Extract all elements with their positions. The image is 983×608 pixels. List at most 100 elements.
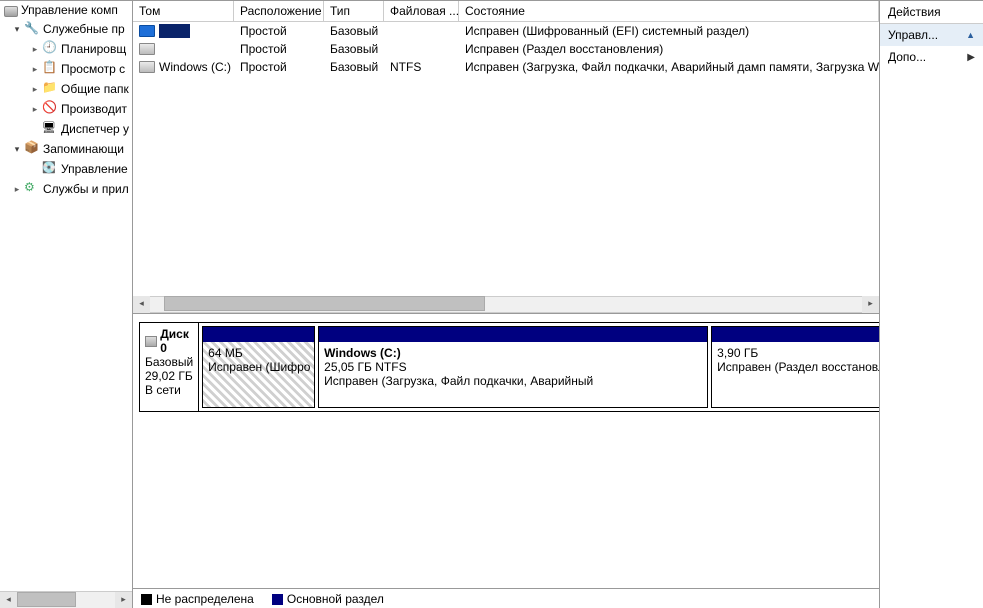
tree-label: Запоминающи: [43, 142, 124, 156]
expand-arrow-icon[interactable]: [30, 64, 40, 74]
tree-item-storage[interactable]: Запоминающи: [0, 139, 132, 159]
volume-icon: [139, 43, 155, 55]
legend-primary: Основной раздел: [272, 592, 384, 606]
tree-item-task-scheduler[interactable]: Планировщ: [0, 39, 132, 59]
volume-list: ПростойБазовыйИсправен (Шифрованный (EFI…: [133, 22, 879, 296]
disk-partitions: 64 МБИсправен (ШифроWindows (C:)25,05 ГБ…: [199, 322, 879, 412]
disk-type: Базовый: [145, 355, 193, 369]
volume-icon: [139, 61, 155, 73]
partition-box[interactable]: 64 МБИсправен (Шифро: [202, 326, 315, 408]
partition-header-bar: [319, 327, 707, 342]
column-header-type[interactable]: Тип: [324, 1, 384, 21]
chevron-up-icon: ▲: [966, 30, 975, 40]
volume-list-header: Том Расположение Тип Файловая ... Состоя…: [133, 1, 879, 22]
tree-item-shared-folders[interactable]: Общие папк: [0, 79, 132, 99]
volume-name-cell: [133, 24, 234, 38]
scroll-right-button[interactable]: ▸: [115, 592, 132, 608]
legend-unallocated: Не распределена: [141, 592, 254, 606]
column-header-volume[interactable]: Том: [133, 1, 234, 21]
volume-name-cell: Windows (C:): [133, 60, 234, 74]
scroll-left-button[interactable]: ◂: [133, 296, 150, 313]
volume-horizontal-scrollbar[interactable]: ◂ ▸: [133, 296, 879, 313]
main-content-panel: Том Расположение Тип Файловая ... Состоя…: [133, 0, 879, 608]
partition-size: 64 МБ: [208, 346, 309, 360]
computer-icon: [4, 6, 18, 17]
expand-arrow-icon[interactable]: [30, 44, 40, 54]
volume-status-cell: Исправен (Шифрованный (EFI) системный ра…: [459, 24, 879, 38]
actions-item-manage[interactable]: Управл... ▲: [880, 24, 983, 46]
volume-row[interactable]: ПростойБазовыйИсправен (Раздел восстанов…: [133, 40, 879, 58]
navigation-tree-panel: Управление комп Служебные пр Планировщ П…: [0, 0, 133, 608]
expand-arrow-icon[interactable]: [30, 84, 40, 94]
volume-row[interactable]: ПростойБазовыйИсправен (Шифрованный (EFI…: [133, 22, 879, 40]
tree-item-system-tools[interactable]: Служебные пр: [0, 19, 132, 39]
tree-label: Производит: [61, 102, 127, 116]
tree-label: Управление: [61, 162, 128, 176]
legend-unallocated-label: Не распределена: [156, 592, 254, 606]
partition-body: 3,90 ГБИсправен (Раздел восстановления): [712, 342, 879, 407]
partition-body: 64 МБИсправен (Шифро: [203, 342, 314, 407]
disk-size: 29,02 ГБ: [145, 369, 193, 383]
tree-root-computer-management[interactable]: Управление комп: [0, 1, 132, 19]
device-icon: [42, 121, 58, 137]
actions-item-more[interactable]: Допо... ▶: [880, 46, 983, 68]
expand-arrow-icon[interactable]: [30, 104, 40, 114]
volume-name-text: Windows (C:): [159, 60, 231, 74]
scroll-thumb[interactable]: [17, 592, 76, 607]
tree-item-performance[interactable]: Производит: [0, 99, 132, 119]
disk-row: Диск 0 Базовый 29,02 ГБ В сети 64 МБИспр…: [139, 322, 871, 412]
tree-item-event-viewer[interactable]: Просмотр с: [0, 59, 132, 79]
scroll-track[interactable]: [150, 296, 862, 313]
wrench-icon: [24, 21, 40, 37]
no-entry-icon: [42, 101, 58, 117]
column-header-filesystem[interactable]: Файловая ...: [384, 1, 459, 21]
folder-icon: [42, 81, 58, 97]
volume-type-cell: Базовый: [324, 24, 384, 38]
partition-status: Исправен (Раздел восстановления): [717, 360, 879, 374]
partition-box[interactable]: 3,90 ГБИсправен (Раздел восстановления): [711, 326, 879, 408]
scroll-track[interactable]: [17, 592, 115, 608]
clock-icon: [42, 41, 58, 57]
disk-info-box[interactable]: Диск 0 Базовый 29,02 ГБ В сети: [139, 322, 199, 412]
tree-item-device-manager[interactable]: Диспетчер у: [0, 119, 132, 139]
volume-row[interactable]: Windows (C:)ПростойБазовыйNTFSИсправен (…: [133, 58, 879, 76]
scroll-thumb[interactable]: [164, 296, 484, 311]
partition-box[interactable]: Windows (C:)25,05 ГБ NTFSИсправен (Загру…: [318, 326, 708, 408]
legend-square-black-icon: [141, 594, 152, 605]
legend-square-navy-icon: [272, 594, 283, 605]
actions-item-label: Управл...: [888, 28, 938, 42]
expand-arrow-icon[interactable]: [12, 184, 22, 194]
volume-name-cell: [133, 43, 234, 55]
partition-title: Windows (C:): [324, 346, 702, 360]
disk-icon: [42, 161, 58, 177]
clipboard-icon: [42, 61, 58, 77]
legend-bar: Не распределена Основной раздел: [133, 588, 879, 608]
volume-type-cell: Базовый: [324, 60, 384, 74]
scroll-right-button[interactable]: ▸: [862, 296, 879, 313]
disk-map-panel: Диск 0 Базовый 29,02 ГБ В сети 64 МБИспр…: [133, 313, 879, 608]
disk-online-status: В сети: [145, 383, 193, 397]
expand-arrow-icon[interactable]: [12, 144, 22, 154]
actions-item-label: Допо...: [888, 50, 926, 64]
tree-label: Диспетчер у: [61, 122, 129, 136]
partition-header-bar: [712, 327, 879, 342]
disk-icon: [145, 336, 157, 347]
tree-item-disk-management[interactable]: Управление: [0, 159, 132, 179]
tree-item-services-apps[interactable]: Службы и прил: [0, 179, 132, 199]
volume-layout-cell: Простой: [234, 60, 324, 74]
tree-horizontal-scrollbar[interactable]: ◂ ▸: [0, 591, 132, 608]
chevron-right-icon: ▶: [967, 52, 975, 63]
expand-arrow-icon[interactable]: [12, 24, 22, 34]
volume-type-cell: Базовый: [324, 42, 384, 56]
disk-name-text: Диск 0: [160, 327, 193, 355]
actions-panel: Действия Управл... ▲ Допо... ▶: [879, 0, 983, 608]
tree-label: Планировщ: [61, 42, 126, 56]
partition-status: Исправен (Шифро: [208, 360, 309, 374]
tree-label: Просмотр с: [61, 62, 125, 76]
storage-icon: [24, 141, 40, 157]
volume-icon: [139, 25, 155, 37]
scroll-left-button[interactable]: ◂: [0, 592, 17, 608]
column-header-layout[interactable]: Расположение: [234, 1, 324, 21]
partition-size: 3,90 ГБ: [717, 346, 879, 360]
column-header-status[interactable]: Состояние: [459, 1, 879, 21]
